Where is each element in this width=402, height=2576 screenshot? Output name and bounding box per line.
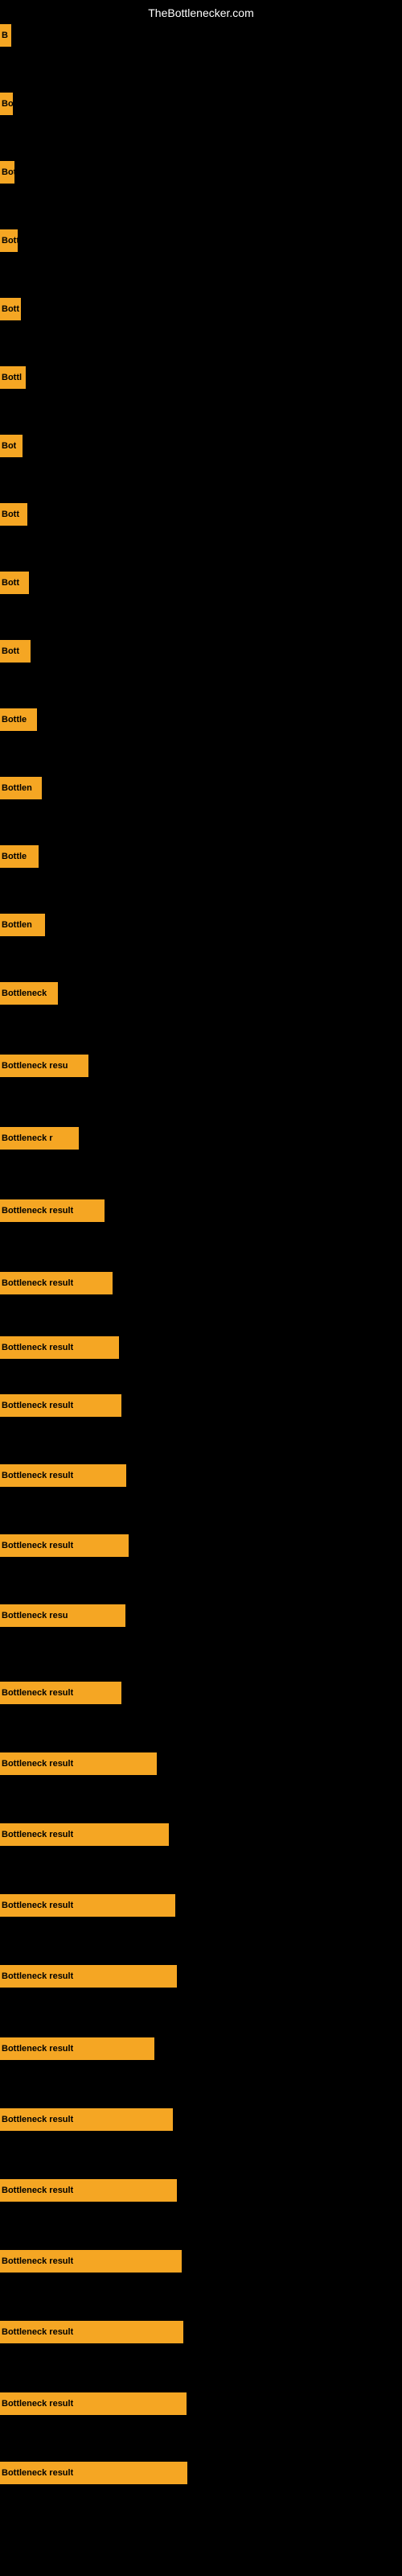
bar-label: Bott — [2, 578, 19, 588]
bar-label: Bottl — [2, 373, 22, 382]
bar-item: Bottleneck result — [0, 2462, 187, 2484]
bar-item: Bottleneck result — [0, 1464, 126, 1487]
bar-label: Bottleneck result — [2, 1971, 73, 1981]
bar-label: Bottleneck result — [2, 1278, 73, 1288]
bar-item: Bott — [0, 572, 29, 594]
bar-item: Bottleneck result — [0, 2250, 182, 2273]
bar-label: Bott — [2, 646, 19, 656]
bar-label: Bottleneck result — [2, 1688, 73, 1698]
bar-item: Bottleneck result — [0, 1199, 105, 1222]
bar-label: Bottleneck result — [2, 1759, 73, 1769]
bar-label: Bottleneck result — [2, 2256, 73, 2266]
bar-label: Bottleneck result — [2, 1343, 73, 1352]
bar-item: Bot — [0, 435, 23, 457]
bar-item: Bottlen — [0, 777, 42, 799]
bar-label: Bottleneck result — [2, 1401, 73, 1410]
bar-item: Bottleneck resu — [0, 1604, 125, 1627]
bar-item: Bottleneck result — [0, 2321, 183, 2343]
bar-item: Bottleneck result — [0, 2037, 154, 2060]
bar-label: Bottle — [2, 852, 27, 861]
bar-label: Bottleneck result — [2, 1830, 73, 1839]
bar-item: Bottleneck result — [0, 1894, 175, 1917]
site-title: TheBottlenecker.com — [148, 6, 254, 19]
bar-label: Bott — [2, 236, 18, 246]
bar-item: Bottleneck resu — [0, 1055, 88, 1077]
bar-item: Bottleneck result — [0, 1752, 157, 1775]
bar-item: Bottle — [0, 845, 39, 868]
bar-item: Bottleneck — [0, 982, 58, 1005]
bar-item: Bottleneck result — [0, 1336, 119, 1359]
bar-label: Bottleneck result — [2, 1901, 73, 1910]
bar-item: B — [0, 24, 11, 47]
bar-item: Bott — [0, 298, 21, 320]
bar-item: Bottleneck result — [0, 1394, 121, 1417]
bar-label: Bottleneck result — [2, 1541, 73, 1550]
bar-item: Bott — [0, 229, 18, 252]
bar-label: Bottleneck result — [2, 1206, 73, 1216]
bar-item: Bott — [0, 503, 27, 526]
bar-label: Bottle — [2, 715, 27, 724]
bar-label: Bottleneck result — [2, 2186, 73, 2195]
bar-label: Bottleneck result — [2, 1471, 73, 1480]
bar-label: Bottleneck r — [2, 1133, 53, 1143]
bar-label: Bottleneck resu — [2, 1061, 68, 1071]
bar-label: Bottleneck — [2, 989, 47, 998]
bar-item: Bottleneck result — [0, 1272, 113, 1294]
bar-label: Bottleneck result — [2, 2468, 73, 2478]
bar-item: Bottleneck result — [0, 1823, 169, 1846]
bar-label: Bottleneck result — [2, 2115, 73, 2124]
bar-item: Bottleneck result — [0, 2108, 173, 2131]
bar-item: Bottleneck result — [0, 1965, 177, 1988]
bar-label: Bottleneck result — [2, 2399, 73, 2409]
bar-label: Bot — [2, 441, 16, 451]
bar-item: Bottl — [0, 366, 26, 389]
bar-item: Bottleneck r — [0, 1127, 79, 1150]
bar-label: Bo — [2, 99, 13, 109]
bar-label: Bottlen — [2, 920, 32, 930]
bar-item: Bottle — [0, 708, 37, 731]
bar-label: B — [2, 31, 8, 40]
bar-item: Bottleneck result — [0, 2392, 187, 2415]
bar-item: Bottleneck result — [0, 1534, 129, 1557]
bar-item: Bo — [0, 93, 13, 115]
bar-label: Bot — [2, 167, 14, 177]
bar-item: Bott — [0, 640, 31, 663]
bar-label: Bottleneck result — [2, 2327, 73, 2337]
bar-label: Bottlen — [2, 783, 32, 793]
bar-item: Bottleneck result — [0, 2179, 177, 2202]
bar-label: Bott — [2, 304, 19, 314]
bar-label: Bottleneck result — [2, 2044, 73, 2054]
bar-item: Bottleneck result — [0, 1682, 121, 1704]
bar-label: Bottleneck resu — [2, 1611, 68, 1620]
bar-label: Bott — [2, 510, 19, 519]
bar-item: Bot — [0, 161, 14, 184]
bar-item: Bottlen — [0, 914, 45, 936]
